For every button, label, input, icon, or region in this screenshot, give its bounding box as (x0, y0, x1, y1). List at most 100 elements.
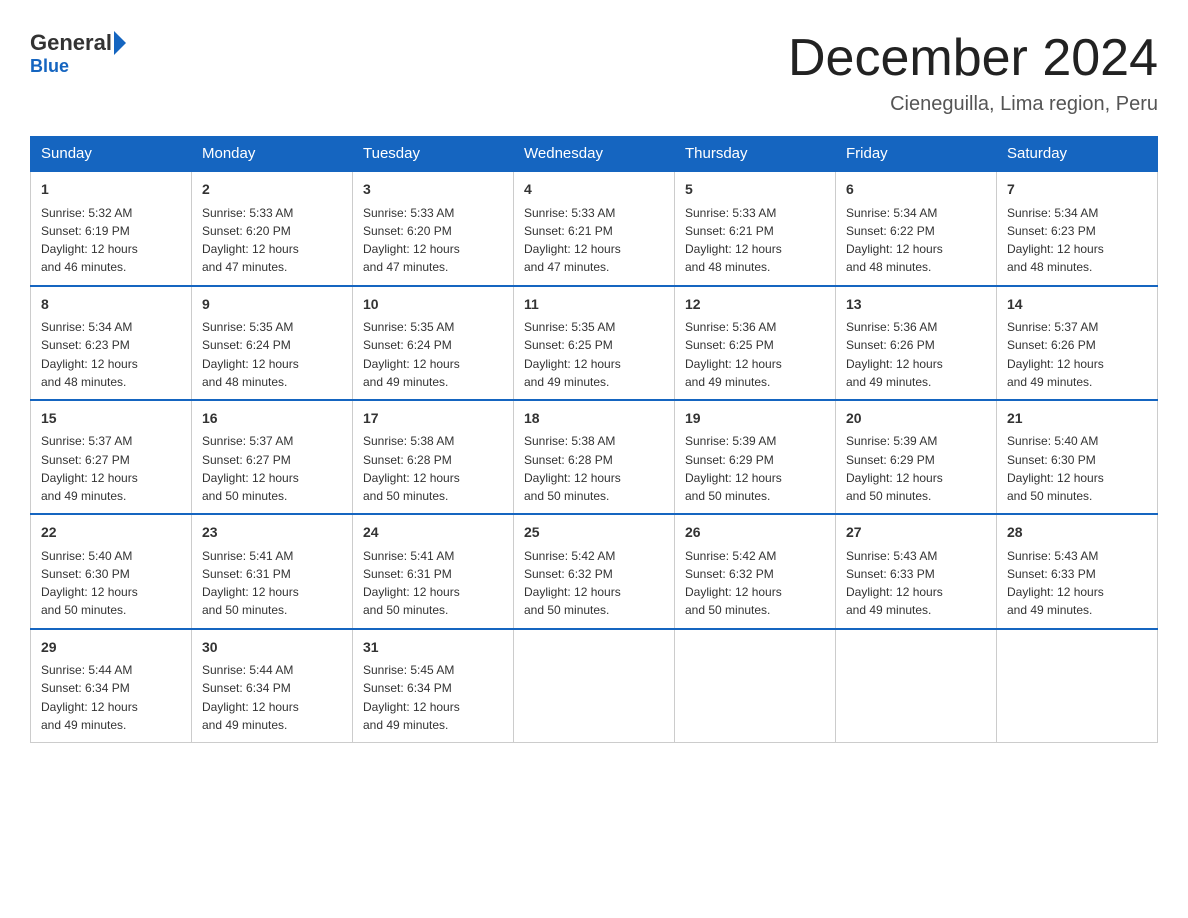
logo-general: General (30, 30, 112, 56)
day-number: 8 (41, 295, 181, 315)
day-info: Sunrise: 5:34 AMSunset: 6:23 PMDaylight:… (41, 320, 138, 389)
calendar-cell: 11 Sunrise: 5:35 AMSunset: 6:25 PMDaylig… (514, 286, 675, 400)
day-number: 6 (846, 180, 986, 200)
calendar-cell: 30 Sunrise: 5:44 AMSunset: 6:34 PMDaylig… (192, 629, 353, 743)
calendar-cell: 22 Sunrise: 5:40 AMSunset: 6:30 PMDaylig… (31, 514, 192, 628)
calendar-cell: 19 Sunrise: 5:39 AMSunset: 6:29 PMDaylig… (675, 400, 836, 514)
calendar-cell: 25 Sunrise: 5:42 AMSunset: 6:32 PMDaylig… (514, 514, 675, 628)
header-thursday: Thursday (675, 137, 836, 172)
day-info: Sunrise: 5:40 AMSunset: 6:30 PMDaylight:… (41, 549, 138, 618)
calendar-week-row: 1 Sunrise: 5:32 AMSunset: 6:19 PMDayligh… (31, 171, 1158, 285)
calendar-cell: 24 Sunrise: 5:41 AMSunset: 6:31 PMDaylig… (353, 514, 514, 628)
day-info: Sunrise: 5:37 AMSunset: 6:26 PMDaylight:… (1007, 320, 1104, 389)
day-info: Sunrise: 5:41 AMSunset: 6:31 PMDaylight:… (202, 549, 299, 618)
logo: General Blue (30, 30, 128, 77)
day-number: 24 (363, 523, 503, 543)
day-info: Sunrise: 5:38 AMSunset: 6:28 PMDaylight:… (524, 434, 621, 503)
day-number: 28 (1007, 523, 1147, 543)
day-info: Sunrise: 5:35 AMSunset: 6:24 PMDaylight:… (363, 320, 460, 389)
day-number: 29 (41, 638, 181, 658)
day-info: Sunrise: 5:42 AMSunset: 6:32 PMDaylight:… (685, 549, 782, 618)
calendar-cell: 18 Sunrise: 5:38 AMSunset: 6:28 PMDaylig… (514, 400, 675, 514)
calendar-cell: 13 Sunrise: 5:36 AMSunset: 6:26 PMDaylig… (836, 286, 997, 400)
header-tuesday: Tuesday (353, 137, 514, 172)
calendar-table: SundayMondayTuesdayWednesdayThursdayFrid… (30, 136, 1158, 743)
day-info: Sunrise: 5:37 AMSunset: 6:27 PMDaylight:… (202, 434, 299, 503)
calendar-cell: 28 Sunrise: 5:43 AMSunset: 6:33 PMDaylig… (997, 514, 1158, 628)
day-info: Sunrise: 5:33 AMSunset: 6:21 PMDaylight:… (685, 206, 782, 275)
calendar-cell: 4 Sunrise: 5:33 AMSunset: 6:21 PMDayligh… (514, 171, 675, 285)
day-number: 3 (363, 180, 503, 200)
day-info: Sunrise: 5:34 AMSunset: 6:22 PMDaylight:… (846, 206, 943, 275)
day-number: 9 (202, 295, 342, 315)
day-info: Sunrise: 5:33 AMSunset: 6:20 PMDaylight:… (202, 206, 299, 275)
subtitle: Cieneguilla, Lima region, Peru (788, 93, 1158, 116)
calendar-cell: 2 Sunrise: 5:33 AMSunset: 6:20 PMDayligh… (192, 171, 353, 285)
calendar-cell (514, 629, 675, 743)
calendar-cell: 12 Sunrise: 5:36 AMSunset: 6:25 PMDaylig… (675, 286, 836, 400)
day-number: 30 (202, 638, 342, 658)
calendar-cell: 7 Sunrise: 5:34 AMSunset: 6:23 PMDayligh… (997, 171, 1158, 285)
calendar-cell: 1 Sunrise: 5:32 AMSunset: 6:19 PMDayligh… (31, 171, 192, 285)
day-info: Sunrise: 5:45 AMSunset: 6:34 PMDaylight:… (363, 663, 460, 732)
day-number: 21 (1007, 409, 1147, 429)
main-title: December 2024 (788, 30, 1158, 87)
calendar-cell: 9 Sunrise: 5:35 AMSunset: 6:24 PMDayligh… (192, 286, 353, 400)
day-number: 22 (41, 523, 181, 543)
calendar-cell (997, 629, 1158, 743)
day-info: Sunrise: 5:38 AMSunset: 6:28 PMDaylight:… (363, 434, 460, 503)
calendar-cell: 10 Sunrise: 5:35 AMSunset: 6:24 PMDaylig… (353, 286, 514, 400)
calendar-week-row: 22 Sunrise: 5:40 AMSunset: 6:30 PMDaylig… (31, 514, 1158, 628)
day-number: 4 (524, 180, 664, 200)
day-number: 19 (685, 409, 825, 429)
day-number: 10 (363, 295, 503, 315)
page-header: General Blue December 2024 Cieneguilla, … (30, 30, 1158, 116)
day-number: 7 (1007, 180, 1147, 200)
logo-text: General (30, 30, 128, 56)
day-number: 31 (363, 638, 503, 658)
calendar-cell: 29 Sunrise: 5:44 AMSunset: 6:34 PMDaylig… (31, 629, 192, 743)
day-number: 17 (363, 409, 503, 429)
calendar-cell: 16 Sunrise: 5:37 AMSunset: 6:27 PMDaylig… (192, 400, 353, 514)
day-number: 18 (524, 409, 664, 429)
calendar-cell (836, 629, 997, 743)
logo-triangle-icon (114, 31, 126, 55)
calendar-cell: 23 Sunrise: 5:41 AMSunset: 6:31 PMDaylig… (192, 514, 353, 628)
day-info: Sunrise: 5:44 AMSunset: 6:34 PMDaylight:… (41, 663, 138, 732)
calendar-cell: 26 Sunrise: 5:42 AMSunset: 6:32 PMDaylig… (675, 514, 836, 628)
logo-blue: Blue (30, 56, 69, 77)
day-info: Sunrise: 5:41 AMSunset: 6:31 PMDaylight:… (363, 549, 460, 618)
calendar-week-row: 29 Sunrise: 5:44 AMSunset: 6:34 PMDaylig… (31, 629, 1158, 743)
calendar-week-row: 8 Sunrise: 5:34 AMSunset: 6:23 PMDayligh… (31, 286, 1158, 400)
day-number: 27 (846, 523, 986, 543)
day-number: 5 (685, 180, 825, 200)
day-number: 25 (524, 523, 664, 543)
calendar-cell: 17 Sunrise: 5:38 AMSunset: 6:28 PMDaylig… (353, 400, 514, 514)
day-number: 20 (846, 409, 986, 429)
day-info: Sunrise: 5:35 AMSunset: 6:25 PMDaylight:… (524, 320, 621, 389)
day-info: Sunrise: 5:42 AMSunset: 6:32 PMDaylight:… (524, 549, 621, 618)
day-info: Sunrise: 5:43 AMSunset: 6:33 PMDaylight:… (846, 549, 943, 618)
day-info: Sunrise: 5:40 AMSunset: 6:30 PMDaylight:… (1007, 434, 1104, 503)
calendar-cell: 20 Sunrise: 5:39 AMSunset: 6:29 PMDaylig… (836, 400, 997, 514)
header-monday: Monday (192, 137, 353, 172)
day-number: 14 (1007, 295, 1147, 315)
day-number: 2 (202, 180, 342, 200)
day-info: Sunrise: 5:33 AMSunset: 6:21 PMDaylight:… (524, 206, 621, 275)
calendar-week-row: 15 Sunrise: 5:37 AMSunset: 6:27 PMDaylig… (31, 400, 1158, 514)
day-info: Sunrise: 5:43 AMSunset: 6:33 PMDaylight:… (1007, 549, 1104, 618)
day-info: Sunrise: 5:35 AMSunset: 6:24 PMDaylight:… (202, 320, 299, 389)
day-number: 13 (846, 295, 986, 315)
calendar-cell: 3 Sunrise: 5:33 AMSunset: 6:20 PMDayligh… (353, 171, 514, 285)
header-friday: Friday (836, 137, 997, 172)
day-number: 16 (202, 409, 342, 429)
day-info: Sunrise: 5:36 AMSunset: 6:25 PMDaylight:… (685, 320, 782, 389)
calendar-header-row: SundayMondayTuesdayWednesdayThursdayFrid… (31, 137, 1158, 172)
calendar-cell: 21 Sunrise: 5:40 AMSunset: 6:30 PMDaylig… (997, 400, 1158, 514)
calendar-cell: 15 Sunrise: 5:37 AMSunset: 6:27 PMDaylig… (31, 400, 192, 514)
day-number: 26 (685, 523, 825, 543)
header-wednesday: Wednesday (514, 137, 675, 172)
day-number: 11 (524, 295, 664, 315)
day-info: Sunrise: 5:44 AMSunset: 6:34 PMDaylight:… (202, 663, 299, 732)
calendar-cell: 6 Sunrise: 5:34 AMSunset: 6:22 PMDayligh… (836, 171, 997, 285)
